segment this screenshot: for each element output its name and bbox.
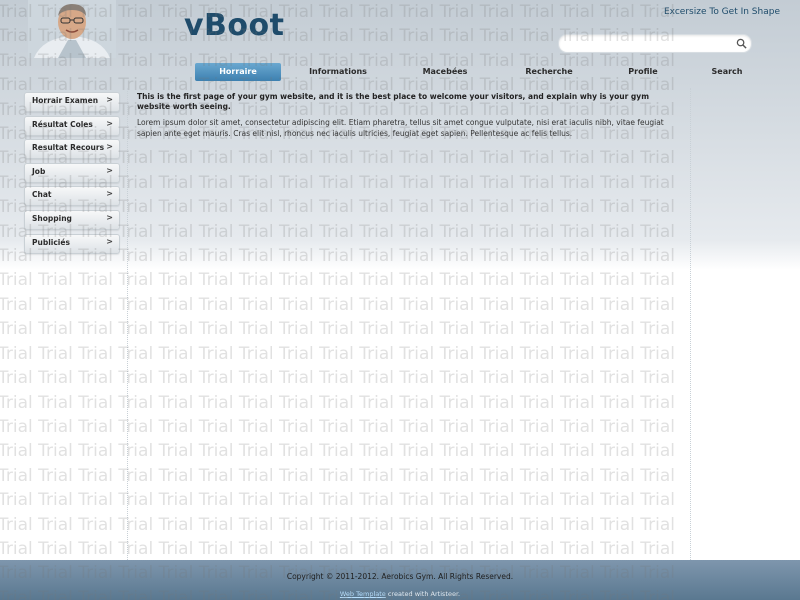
right-column-divider <box>690 88 692 560</box>
sidebar: Horrair Examen > Résultat Coles > Result… <box>24 92 120 257</box>
sidebar-item-resultat-recours[interactable]: Resultat Recours > <box>24 139 120 160</box>
footer: Copyright © 2011-2012. Aerobics Gym. All… <box>0 560 800 600</box>
main-content: This is the first page of your gym websi… <box>137 92 683 139</box>
watermark-row: Trial Trial Trial Trial Trial Trial Tria… <box>0 441 676 462</box>
sidebar-item-shopping[interactable]: Shopping > <box>24 209 120 230</box>
watermark-row: Trial Trial Trial Trial Trial Trial Tria… <box>0 221 676 242</box>
watermark-row: Trial Trial Trial Trial Trial Trial Tria… <box>0 538 676 559</box>
footer-copyright: Copyright © 2011-2012. Aerobics Gym. All… <box>286 572 514 581</box>
left-column-divider <box>127 88 129 560</box>
site-slogan: Excersize To Get In Shape <box>664 7 780 17</box>
intro-lead: This is the first page of your gym websi… <box>137 92 650 111</box>
footer-credit-text: created with Artisteer. <box>385 590 461 598</box>
web-template-link[interactable]: Web Template <box>340 590 386 598</box>
sidebar-item-label: Résultat Coles <box>32 119 93 129</box>
sidebar-item-publicies[interactable]: Publiciés > <box>24 233 120 254</box>
header: vBoot Excersize To Get In Shape <box>0 0 800 60</box>
search-icon[interactable] <box>736 38 747 49</box>
sidebar-item-chat[interactable]: Chat > <box>24 186 120 207</box>
chevron-right-icon: > <box>106 95 113 104</box>
sidebar-item-label: Shopping <box>32 213 72 223</box>
nav-item-macebees[interactable]: Macebées <box>400 63 490 81</box>
nav-item-horraire[interactable]: Horraire <box>195 63 281 81</box>
watermark-row: Trial Trial Trial Trial Trial Trial Tria… <box>0 148 676 169</box>
watermark-row: Trial Trial Trial Trial Trial Trial Tria… <box>0 172 676 193</box>
search-input[interactable] <box>567 37 731 49</box>
watermark-row: Trial Trial Trial Trial Trial Trial Tria… <box>0 246 676 267</box>
sidebar-item-label: Job <box>32 166 46 176</box>
chevron-right-icon: > <box>106 236 113 246</box>
sidebar-item-resultat-coles[interactable]: Résultat Coles > <box>24 115 120 136</box>
watermark-row: Trial Trial Trial Trial Trial Trial Tria… <box>0 514 676 535</box>
watermark-row: Trial Trial Trial Trial Trial Trial Tria… <box>0 270 676 291</box>
watermark-row: Trial Trial Trial Trial Trial Trial Tria… <box>0 416 676 437</box>
nav-item-recherche[interactable]: Recherche <box>504 63 594 81</box>
watermark-row: Trial Trial Trial Trial Trial Trial Tria… <box>0 294 676 315</box>
sidebar-item-label: Horrair Examen <box>32 96 99 105</box>
nav-item-informations[interactable]: Informations <box>294 63 382 81</box>
watermark-row: Trial Trial Trial Trial Trial Trial Tria… <box>0 368 676 389</box>
trial-watermark: Trial Trial Trial Trial Trial Trial Tria… <box>0 0 800 600</box>
sidebar-item-job[interactable]: Job > <box>24 162 120 183</box>
chevron-right-icon: > <box>106 189 113 199</box>
header-photo <box>28 0 116 58</box>
chevron-right-icon: > <box>106 142 113 152</box>
sidebar-item-label: Publiciés <box>32 237 70 247</box>
intro-body: Lorem ipsum dolor sit amet, consectetur … <box>137 118 664 138</box>
watermark-row: Trial Trial Trial Trial Trial Trial Tria… <box>0 465 676 486</box>
chevron-right-icon: > <box>106 212 113 222</box>
watermark-row: Trial Trial Trial Trial Trial Trial Tria… <box>0 197 676 218</box>
sidebar-item-label: Resultat Recours <box>32 143 105 153</box>
chevron-right-icon: > <box>106 165 113 175</box>
site-logo[interactable]: vBoot <box>184 8 284 43</box>
chevron-right-icon: > <box>106 118 113 128</box>
watermark-row: Trial Trial Trial Trial Trial Trial Tria… <box>0 343 676 364</box>
watermark-row: Trial Trial Trial Trial Trial Trial Tria… <box>0 319 676 340</box>
watermark-row: Trial Trial Trial Trial Trial Trial Tria… <box>0 392 676 413</box>
search-box[interactable] <box>558 34 752 53</box>
nav-item-search[interactable]: Search <box>692 63 762 81</box>
watermark-row: Trial Trial Trial Trial Trial Trial Tria… <box>0 490 676 511</box>
sidebar-item-horrair-examen[interactable]: Horrair Examen > <box>24 92 120 112</box>
sidebar-item-label: Chat <box>32 190 52 200</box>
nav-item-profile[interactable]: Profile <box>598 63 688 81</box>
main-nav: Horraire Informations Macebées Recherche… <box>186 63 766 81</box>
footer-credit: Web Template created with Artisteer. <box>0 590 800 598</box>
